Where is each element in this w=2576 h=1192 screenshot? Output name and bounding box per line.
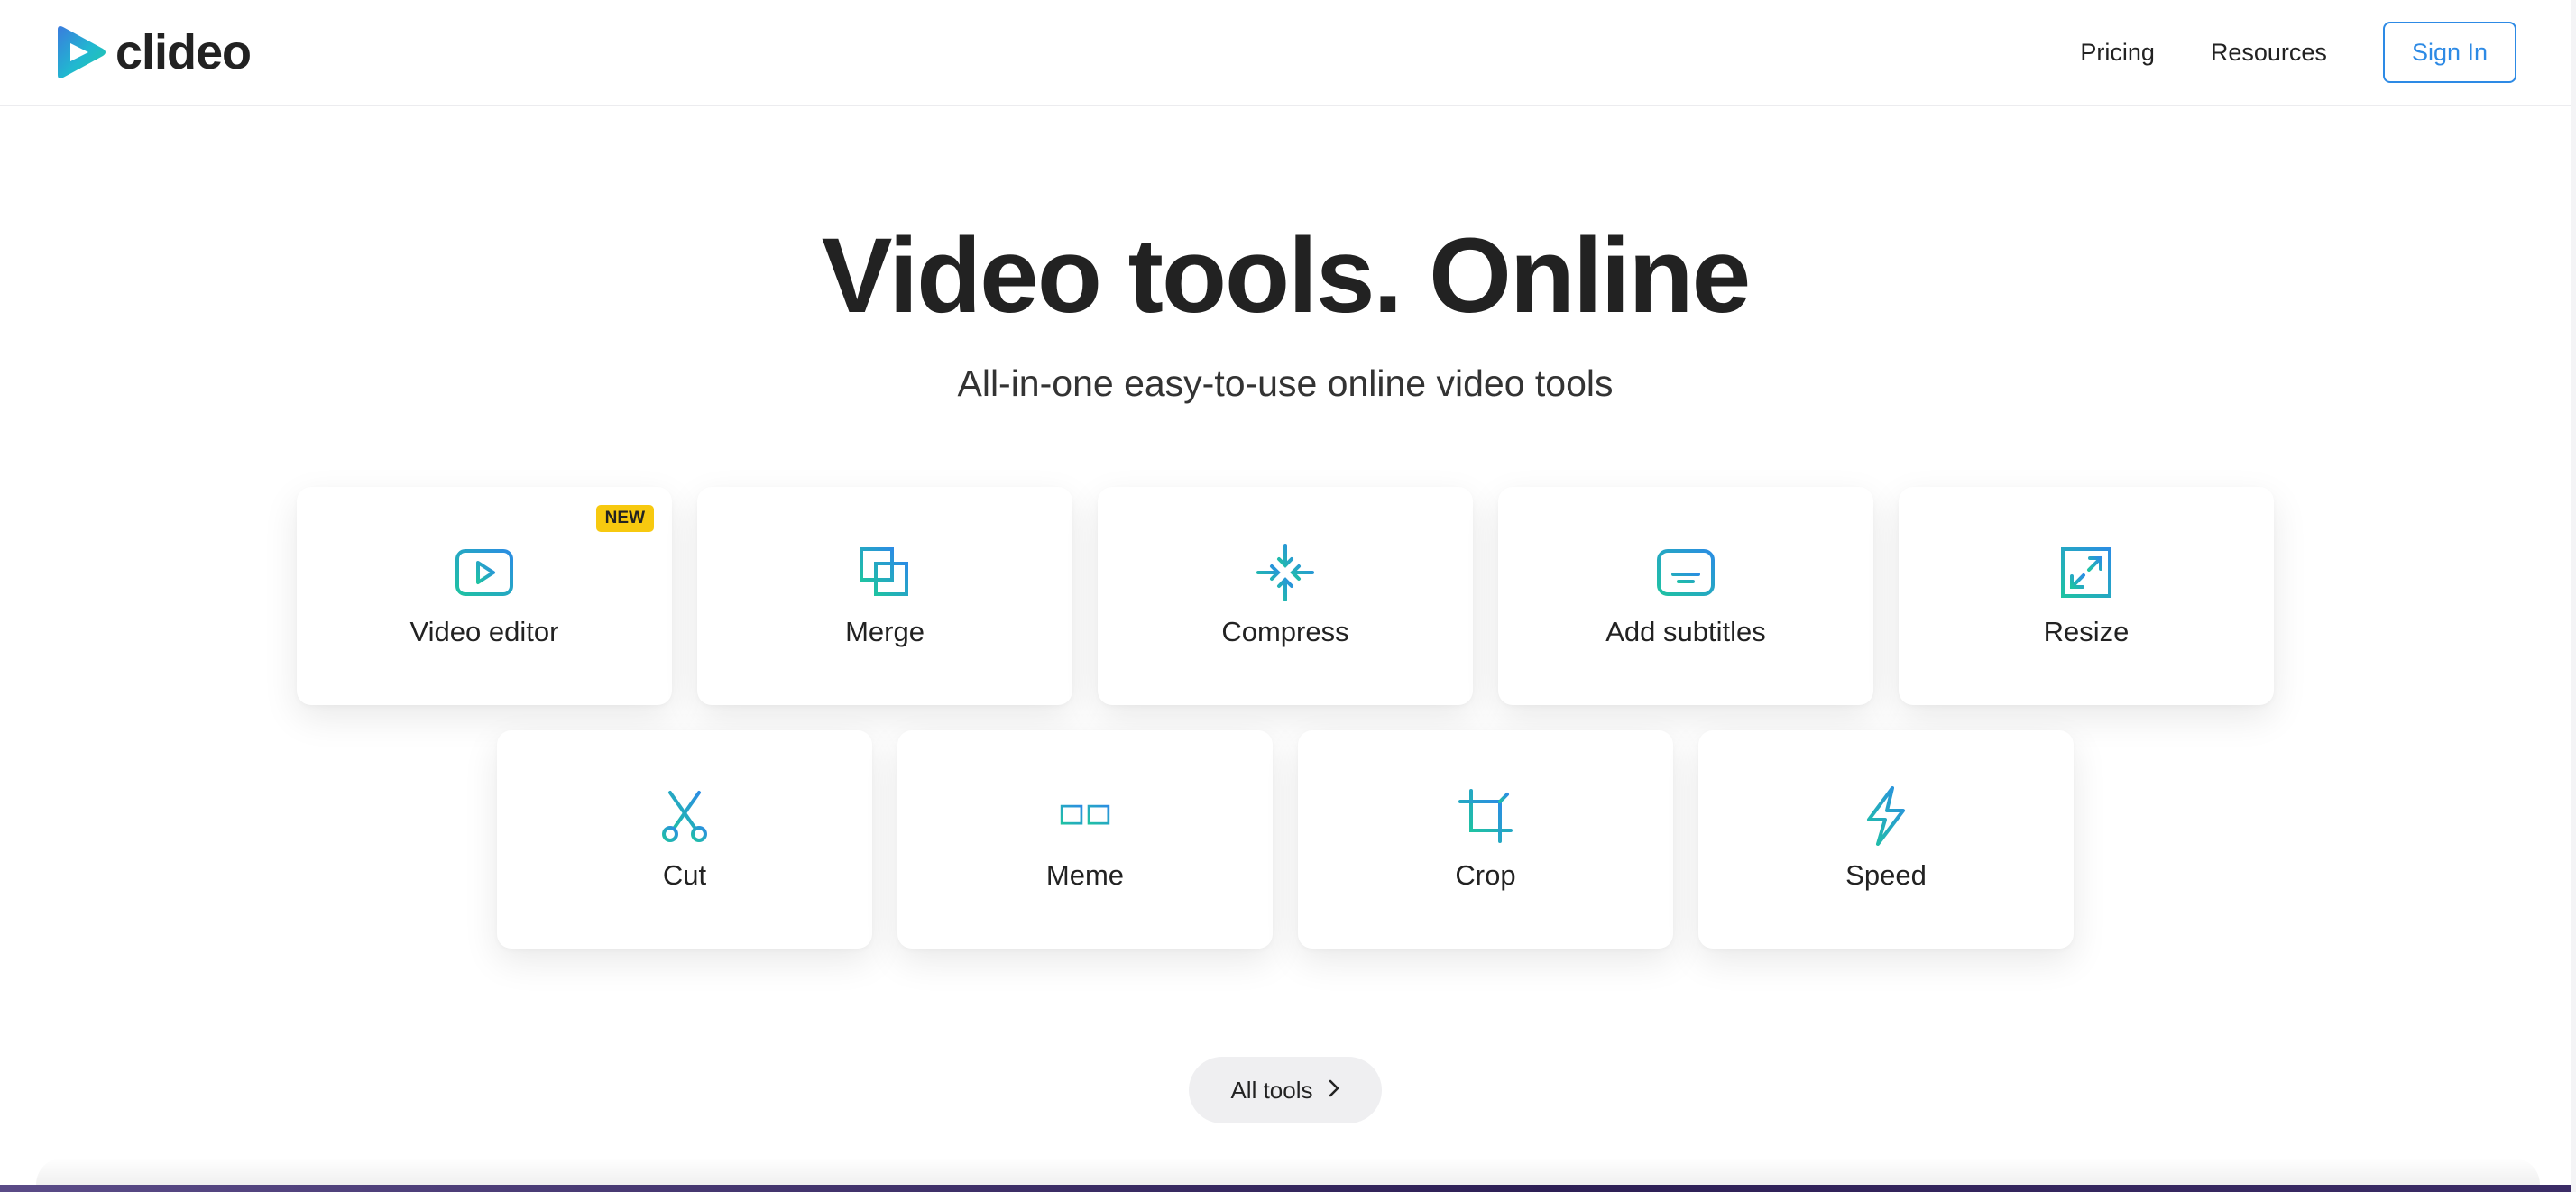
page-title: Video tools. Online <box>821 216 1752 335</box>
play-icon <box>454 542 515 603</box>
brand-name: clideo <box>115 25 252 79</box>
scrollbar-track[interactable] <box>2571 0 2576 1192</box>
meme-icon <box>1054 785 1116 847</box>
chevron-right-icon <box>1328 1077 1340 1105</box>
merge-icon <box>854 542 915 603</box>
tool-label: Meme <box>1045 859 1125 891</box>
resize-icon <box>2056 542 2117 603</box>
tool-card-video-editor[interactable]: NEW Video editor <box>297 487 672 705</box>
bottom-strip <box>0 1185 2576 1192</box>
all-tools-label: All tools <box>1230 1076 1313 1104</box>
subtitles-icon <box>1655 542 1716 603</box>
tool-label: Cut <box>662 859 707 891</box>
tool-card-speed[interactable]: Speed <box>1698 730 2074 949</box>
page: clideo Pricing Resources Sign In Video t… <box>0 0 2576 1192</box>
tool-card-meme[interactable]: Meme <box>897 730 1273 949</box>
tool-card-cut[interactable]: Cut <box>497 730 872 949</box>
all-tools-button[interactable]: All tools <box>1189 1057 1382 1123</box>
top-header: clideo Pricing Resources Sign In <box>0 0 2571 106</box>
page-subtitle: All-in-one easy-to-use online video tool… <box>957 362 1614 404</box>
tool-card-crop[interactable]: Crop <box>1298 730 1673 949</box>
tool-card-merge[interactable]: Merge <box>697 487 1072 705</box>
tool-label: Resize <box>2043 616 2130 647</box>
tool-label: Merge <box>845 616 925 647</box>
bottom-section-edge <box>36 1158 2540 1185</box>
tool-label: Speed <box>1845 859 1927 891</box>
tool-card-resize[interactable]: Resize <box>1899 487 2274 705</box>
nav-pricing-link[interactable]: Pricing <box>2080 39 2155 67</box>
main-nav: Pricing Resources Sign In <box>2080 22 2516 83</box>
nav-resources-link[interactable]: Resources <box>2211 39 2327 67</box>
scissors-icon <box>654 785 715 847</box>
compress-icon <box>1255 542 1316 603</box>
tool-label: Add subtitles <box>1605 616 1766 647</box>
tool-label: Video editor <box>409 616 559 647</box>
crop-icon <box>1455 785 1516 847</box>
tool-card-add-subtitles[interactable]: Add subtitles <box>1498 487 1873 705</box>
clideo-logo[interactable]: clideo <box>54 24 252 80</box>
tool-label: Compress <box>1221 616 1349 647</box>
new-badge: NEW <box>595 505 654 532</box>
lightning-icon <box>1855 785 1917 847</box>
tool-card-compress[interactable]: Compress <box>1098 487 1473 705</box>
tool-label: Crop <box>1455 859 1516 891</box>
logo-play-icon <box>58 26 106 78</box>
sign-in-button[interactable]: Sign In <box>2382 22 2516 83</box>
